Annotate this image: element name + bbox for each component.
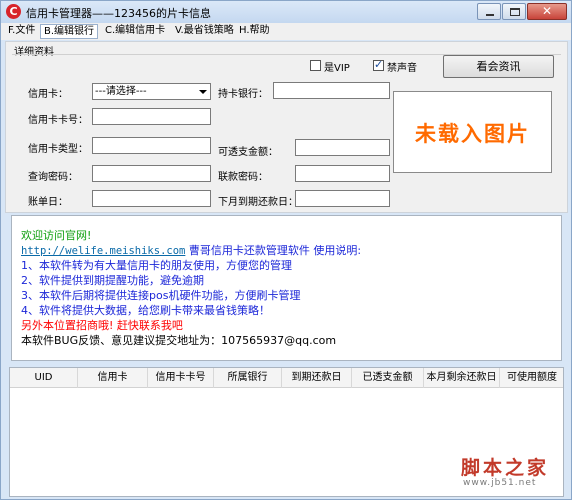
card-label: 信用卡： [28, 89, 68, 100]
column-header-available-credit[interactable]: 可使用额度 [500, 368, 564, 388]
card-image-box: 未载入图片 [393, 91, 552, 173]
bill-day-field[interactable] [92, 190, 211, 207]
tip-line-2: 2、软件提供到期提醒功能，避免逾期 [21, 274, 204, 287]
promo-text: 另外本位置招商哦! 赶快联系我吧 [21, 319, 183, 332]
column-header-remaining-days[interactable]: 本月剩余还款日 [424, 368, 500, 388]
bank-field[interactable] [273, 82, 390, 99]
card-type-label: 信用卡类型： [28, 144, 88, 155]
app-logo-icon: C [6, 4, 21, 19]
details-group-label: 详细资料 [14, 47, 54, 58]
vip-checkbox[interactable] [310, 60, 321, 71]
news-button[interactable]: 看会资讯 [443, 55, 554, 78]
vip-label: 是VIP [324, 63, 350, 74]
card-select-value: ---请选择--- [95, 86, 147, 97]
site-watermark: 脚本之家 www.jb51.net [453, 453, 565, 493]
website-link[interactable]: http://welife.meishiks.com [21, 245, 185, 257]
next-due-field[interactable] [295, 190, 390, 207]
mute-label: 禁声音 [387, 63, 417, 74]
tip-line-3: 3、本软件后期将提供连接pos机硬件功能，方便刷卡管理 [21, 289, 301, 302]
trade-password-field[interactable] [295, 165, 390, 182]
next-due-label: 下月到期还款日： [218, 197, 298, 208]
menu-edit-card[interactable]: C.编辑信用卡 [102, 24, 168, 39]
column-header-bank[interactable]: 所属银行 [214, 368, 282, 388]
mute-checkbox[interactable] [373, 58, 384, 71]
menu-file[interactable]: F.文件 [5, 24, 38, 39]
welcome-text: 欢迎访问官网! [21, 229, 92, 242]
query-password-field[interactable] [92, 165, 211, 182]
overdraft-field[interactable] [295, 139, 390, 156]
overdraft-label: 可透支金额： [218, 147, 278, 158]
image-placeholder-text: 未载入图片 [415, 122, 530, 146]
column-header-overdrawn[interactable]: 已透支金额 [352, 368, 424, 388]
table-header: UID 信用卡 信用卡卡号 所属银行 到期还款日 已透支金额 本月剩余还款日 可… [10, 368, 563, 388]
trade-password-label: 联款密码： [218, 172, 268, 183]
card-number-label: 信用卡卡号： [28, 115, 88, 126]
watermark-url: www.jb51.net [463, 478, 537, 488]
intro-line: http://welife.meishiks.com 曹哥信用卡还款管理软件 使… [21, 244, 361, 258]
watermark-title: 脚本之家 [461, 457, 550, 479]
close-icon: ✕ [541, 4, 553, 18]
column-header-due-date[interactable]: 到期还款日 [282, 368, 352, 388]
bank-label: 持卡银行： [218, 89, 268, 100]
maximize-icon [510, 8, 520, 16]
window-controls: ✕ [476, 3, 567, 20]
card-type-field[interactable] [92, 137, 211, 154]
bill-day-label: 账单日： [28, 197, 68, 208]
close-button[interactable]: ✕ [527, 3, 567, 20]
menu-saving-strategy[interactable]: V.最省钱策略 [172, 24, 237, 39]
column-header-uid[interactable]: UID [10, 368, 78, 388]
tip-line-1: 1、本软件转为有大量信用卡的朋友使用，方便您的管理 [21, 259, 292, 272]
menu-bar: F.文件 B.编辑银行 C.编辑信用卡 V.最省钱策略 H.帮助 [1, 23, 571, 40]
menu-help[interactable]: H.帮助 [236, 24, 273, 39]
minimize-icon [486, 14, 494, 16]
column-header-card[interactable]: 信用卡 [78, 368, 148, 388]
card-select[interactable]: ---请选择--- [92, 83, 211, 100]
chevron-down-icon [199, 90, 207, 94]
query-password-label: 查询密码： [28, 172, 78, 183]
column-header-card-number[interactable]: 信用卡卡号 [148, 368, 214, 388]
card-number-field[interactable] [92, 108, 211, 125]
menu-edit-bank[interactable]: B.编辑银行 [40, 24, 99, 39]
intro-text: 曹哥信用卡还款管理软件 使用说明: [188, 244, 362, 257]
info-textarea[interactable]: 欢迎访问官网! http://welife.meishiks.com 曹哥信用卡… [11, 215, 562, 361]
feedback-text: 本软件BUG反馈、意见建议提交地址为：107565937@qq.com [21, 334, 337, 347]
title-bar[interactable]: C 信用卡管理器——123456的片卡信息 ✕ [1, 1, 571, 23]
tip-line-4: 4、软件将提供大数据，给您刷卡带来最省钱策略！ [21, 304, 270, 317]
app-window: C 信用卡管理器——123456的片卡信息 ✕ F.文件 B.编辑银行 C.编辑… [0, 0, 572, 500]
maximize-button[interactable] [502, 3, 526, 20]
window-title: 信用卡管理器——123456的片卡信息 [26, 7, 211, 20]
minimize-button[interactable] [477, 3, 501, 20]
